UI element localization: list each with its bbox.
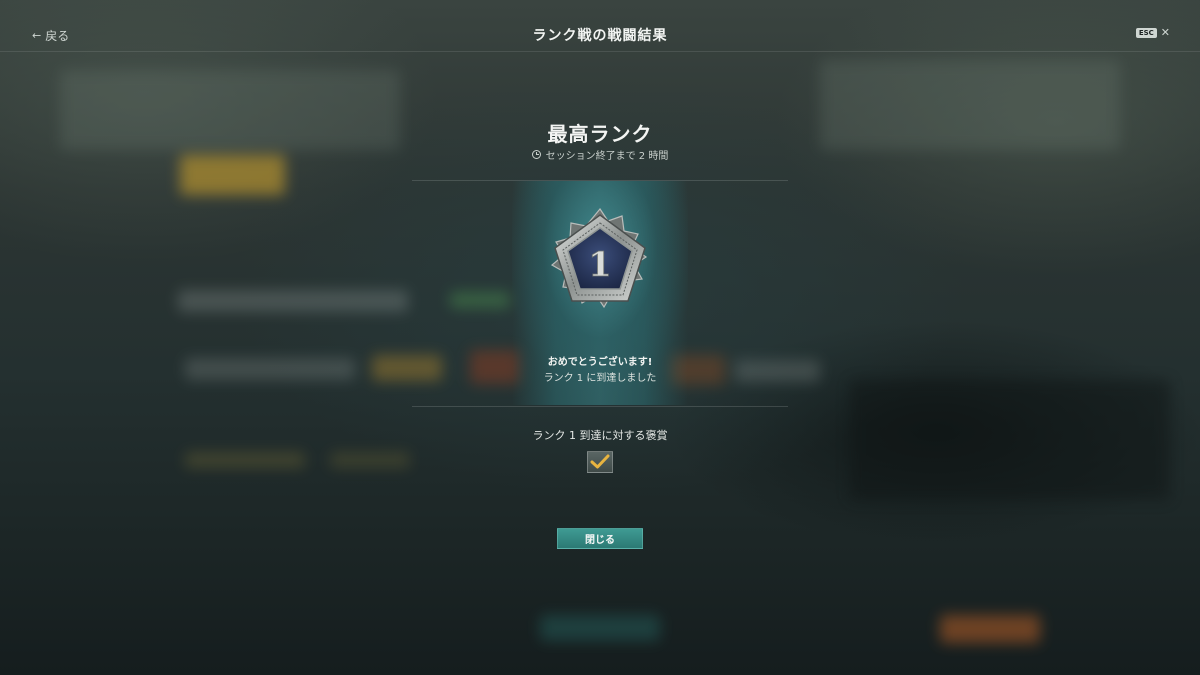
rank-title: 最高ランク	[547, 122, 653, 146]
top-bar: ← 戻る ランク戦の戦闘結果 ESC ✕	[0, 0, 1200, 52]
checkmark-icon	[590, 454, 610, 469]
page-title: ランク戦の戦闘結果	[532, 28, 668, 44]
session-text: セッション終了まで 2 時間	[545, 151, 669, 162]
rank-medal-icon: 1	[550, 207, 648, 309]
reward-claimed-indicator	[587, 451, 613, 473]
session-timer: セッション終了まで 2 時間	[0, 147, 1200, 162]
divider-bottom	[412, 406, 788, 407]
close-button[interactable]: 閉じる	[557, 528, 643, 549]
esc-key-badge: ESC	[1135, 28, 1157, 38]
rank-reached-text: ランク 1 に到達しました	[543, 373, 657, 384]
clock-icon	[531, 150, 541, 159]
congrats-text: おめでとうございます!	[547, 357, 653, 368]
esc-close-button[interactable]: ESC ✕	[1135, 26, 1170, 39]
reward-label: ランク 1 到達に対する褒賞	[532, 429, 668, 442]
close-x-icon: ✕	[1160, 26, 1170, 39]
rank-number: 1	[588, 245, 612, 285]
